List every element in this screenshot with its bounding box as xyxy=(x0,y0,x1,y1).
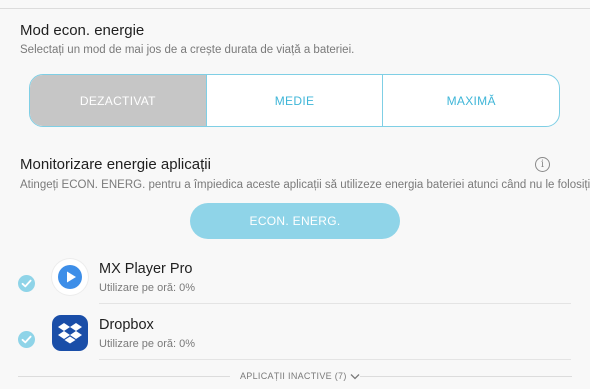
power-mode-selector: DEZACTIVAT MEDIE MAXIMĂ xyxy=(29,74,560,127)
app-name: MX Player Pro xyxy=(99,261,193,277)
inactive-apps-label: APLICAȚII INACTIVE (7) xyxy=(240,371,347,381)
divider xyxy=(360,376,572,377)
row-divider xyxy=(99,303,571,304)
mode-option-maximum[interactable]: MAXIMĂ xyxy=(383,75,559,126)
chevron-down-icon xyxy=(350,373,360,379)
app-usage: Utilizare pe oră: 0% xyxy=(99,338,195,350)
divider xyxy=(18,376,230,377)
checkmark-icon xyxy=(21,279,32,288)
mode-option-off[interactable]: DEZACTIVAT xyxy=(30,75,207,126)
app-monitor-title: Monitorizare energie aplicații xyxy=(20,156,211,173)
app-usage: Utilizare pe oră: 0% xyxy=(99,282,195,294)
app-checkbox-dropbox[interactable] xyxy=(18,331,35,348)
top-divider xyxy=(0,8,590,9)
inactive-apps-toggle[interactable]: APLICAȚII INACTIVE (7) xyxy=(240,371,360,381)
checkmark-icon xyxy=(21,335,32,344)
app-row-mx-player[interactable]: MX Player Pro Utilizare pe oră: 0% xyxy=(0,259,590,315)
power-mode-description: Selectați un mod de mai jos de a crește … xyxy=(20,44,355,56)
mode-option-medium[interactable]: MEDIE xyxy=(207,75,384,126)
play-icon xyxy=(52,259,88,295)
app-row-dropbox[interactable]: Dropbox Utilizare pe oră: 0% xyxy=(0,315,590,371)
dropbox-icon xyxy=(52,315,88,351)
power-mode-title: Mod econ. energie xyxy=(20,22,145,39)
save-power-button[interactable]: ECON. ENERG. xyxy=(190,203,400,239)
app-name: Dropbox xyxy=(99,317,154,333)
app-monitor-description: Atingeți ECON. ENERG. pentru a împiedica… xyxy=(20,179,590,191)
info-icon[interactable]: i xyxy=(535,157,550,172)
row-divider xyxy=(99,359,571,360)
app-checkbox-mx-player[interactable] xyxy=(18,275,35,292)
